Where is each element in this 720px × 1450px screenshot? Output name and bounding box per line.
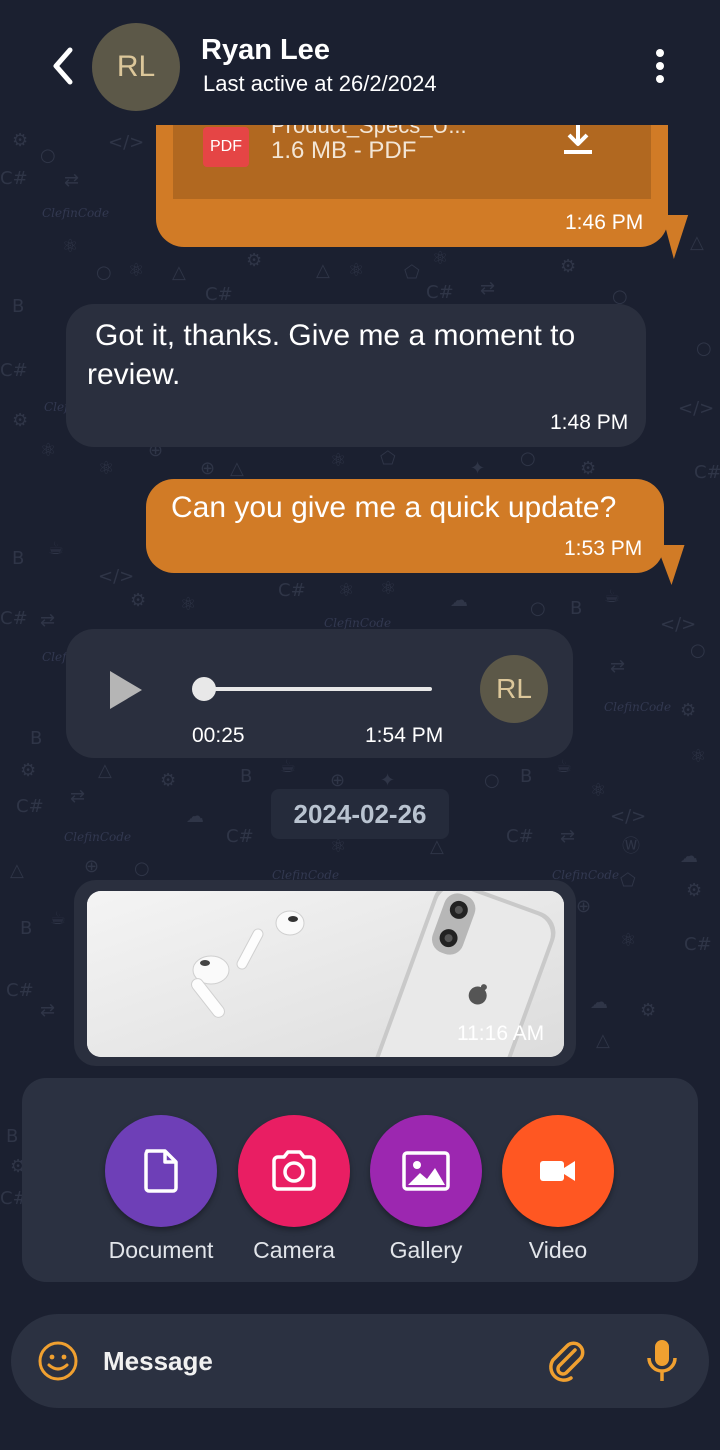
message-composer xyxy=(11,1314,709,1408)
more-options-button[interactable] xyxy=(646,46,674,88)
camera-icon xyxy=(272,1150,316,1191)
attach-video-circle[interactable] xyxy=(502,1115,614,1227)
pdf-file-meta: 1.6 MB - PDF xyxy=(271,137,417,164)
pdf-attachment[interactable]: PDF Product_Specs_U... 1.6 MB - PDF xyxy=(173,113,651,199)
download-icon[interactable] xyxy=(561,123,595,157)
outgoing-text-message[interactable]: Can you give me a quick update? 1:53 PM xyxy=(146,479,664,573)
message-input[interactable] xyxy=(103,1338,523,1384)
incoming-image-message[interactable]: 11:16 AM xyxy=(74,880,576,1066)
attach-document-label: Document xyxy=(108,1237,214,1263)
chat-header: RL Ryan Lee Last active at 26/2/2024 xyxy=(0,0,720,125)
contact-status: Last active at 26/2/2024 xyxy=(203,71,437,96)
attach-camera-circle[interactable] xyxy=(238,1115,350,1227)
attach-video-button[interactable]: Video xyxy=(502,1115,614,1264)
attach-gallery-button[interactable]: Gallery xyxy=(370,1115,482,1264)
message-text: Can you give me a quick update? xyxy=(171,491,617,524)
message-time: 1:54 PM xyxy=(365,724,444,747)
incoming-voice-message[interactable]: 00:25 1:54 PM RL xyxy=(66,629,573,758)
gallery-icon xyxy=(402,1151,450,1191)
audio-seek-handle[interactable] xyxy=(192,677,216,701)
attach-document-button[interactable]: Document xyxy=(105,1115,217,1264)
kebab-icon xyxy=(656,49,664,57)
attachment-picker: Document Camera Gallery Video xyxy=(22,1078,698,1282)
back-button[interactable] xyxy=(44,44,84,88)
audio-progress-track[interactable] xyxy=(204,687,432,691)
contact-avatar[interactable]: RL xyxy=(92,23,180,111)
attach-camera-label: Camera xyxy=(253,1237,335,1263)
message-time: 1:53 PM xyxy=(564,537,643,560)
emoji-icon[interactable] xyxy=(37,1340,79,1382)
message-time: 1:48 PM xyxy=(550,411,629,434)
message-time: 11:16 AM xyxy=(457,1022,545,1045)
message-time: 1:46 PM xyxy=(565,211,644,234)
video-icon xyxy=(540,1161,575,1181)
date-separator: 2024-02-26 xyxy=(271,789,449,839)
message-text: Got it, thanks. Give me a moment to revi… xyxy=(87,319,576,391)
play-icon[interactable] xyxy=(106,667,146,713)
attach-camera-button[interactable]: Camera xyxy=(238,1115,350,1264)
paperclip-icon[interactable] xyxy=(547,1340,587,1384)
audio-duration: 00:25 xyxy=(192,724,245,747)
microphone-icon[interactable] xyxy=(645,1338,679,1384)
chevron-left-icon xyxy=(53,47,73,85)
attach-gallery-label: Gallery xyxy=(389,1237,463,1263)
attach-document-circle[interactable] xyxy=(105,1115,217,1227)
document-icon xyxy=(144,1149,178,1193)
attach-video-label: Video xyxy=(528,1237,588,1263)
incoming-text-message[interactable]: Got it, thanks. Give me a moment to revi… xyxy=(66,304,646,447)
pdf-file-icon: PDF xyxy=(203,127,249,167)
contact-name[interactable]: Ryan Lee xyxy=(201,34,330,67)
attach-gallery-circle[interactable] xyxy=(370,1115,482,1227)
sender-avatar: RL xyxy=(480,655,548,723)
